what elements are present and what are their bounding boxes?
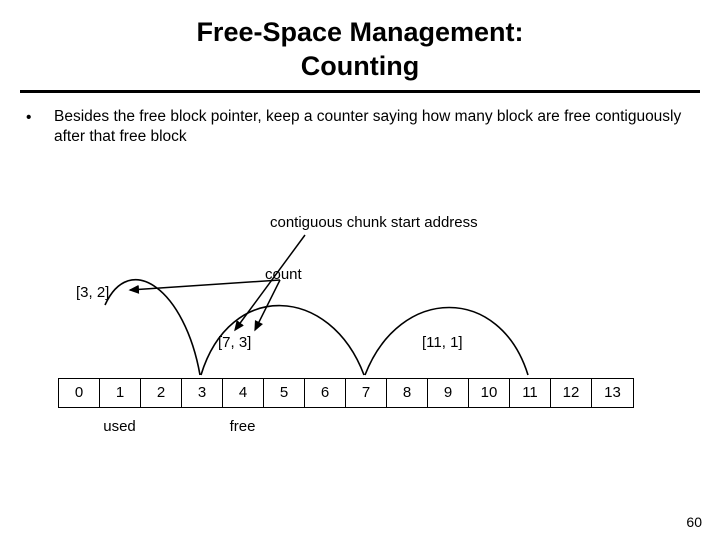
- block-cell: 7: [346, 379, 387, 407]
- block-legend: used free: [58, 418, 304, 435]
- block-cell: 12: [551, 379, 592, 407]
- block-row: 0 1 2 3 4 5 6 7 8 9 10 11 12 13: [58, 378, 634, 408]
- block-cell: 13: [592, 379, 633, 407]
- label-count: count: [265, 266, 302, 283]
- block-cell: 1: [100, 379, 141, 407]
- title-rule: [20, 90, 700, 93]
- bullet-text: Besides the free block pointer, keep a c…: [54, 107, 694, 147]
- block-cell: 2: [141, 379, 182, 407]
- bullet-item: • Besides the free block pointer, keep a…: [26, 107, 694, 147]
- block-cell: 9: [428, 379, 469, 407]
- block-cell: 11: [510, 379, 551, 407]
- legend-free: free: [181, 418, 304, 435]
- block-cell: 4: [223, 379, 264, 407]
- block-cell: 3: [182, 379, 223, 407]
- title-line-1: Free-Space Management:: [196, 17, 523, 47]
- page-number: 60: [686, 514, 702, 530]
- block-cell: 5: [264, 379, 305, 407]
- bullet-marker: •: [26, 107, 54, 128]
- block-cell: 10: [469, 379, 510, 407]
- slide: Free-Space Management: Counting • Beside…: [0, 0, 720, 540]
- block-cell: 0: [59, 379, 100, 407]
- pair-node-1: [3, 2]: [76, 284, 109, 301]
- pair-node-3: [11, 1]: [422, 334, 463, 351]
- label-chunk-start: contiguous chunk start address: [270, 214, 478, 231]
- slide-title: Free-Space Management: Counting: [20, 16, 700, 84]
- title-line-2: Counting: [301, 51, 419, 81]
- pair-node-2: [7, 3]: [218, 334, 251, 351]
- legend-used: used: [58, 418, 181, 435]
- block-cell: 6: [305, 379, 346, 407]
- block-cell: 8: [387, 379, 428, 407]
- diagram: contiguous chunk start address count [3,…: [0, 190, 720, 450]
